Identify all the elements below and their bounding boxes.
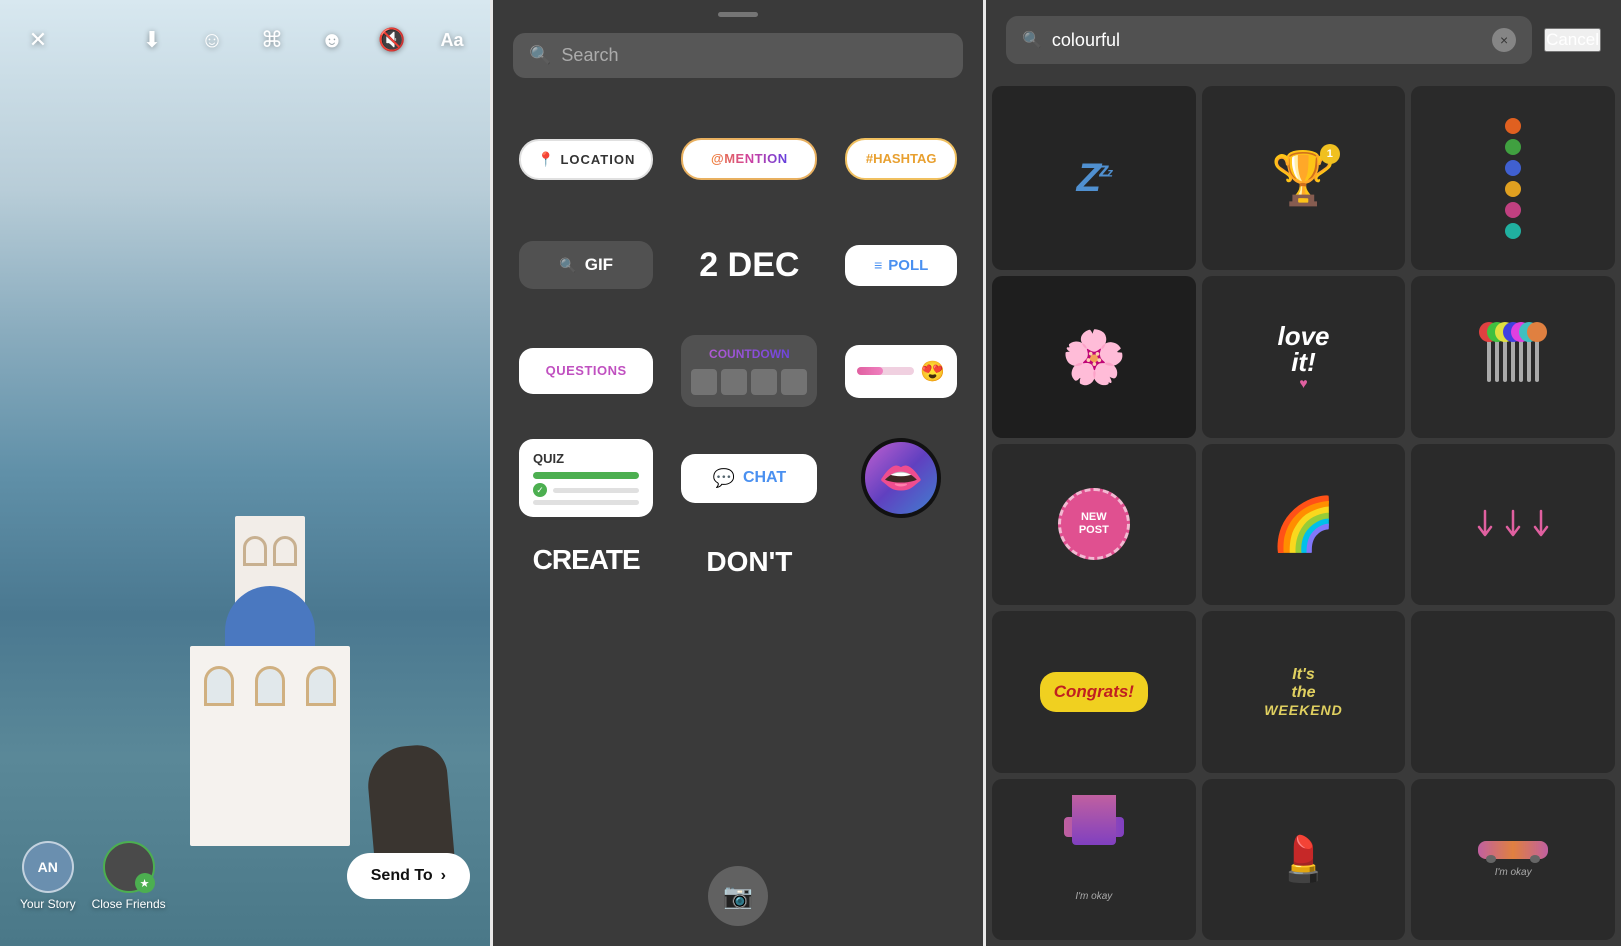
- sticker-date[interactable]: 2 DEC: [675, 220, 823, 310]
- gif-search-icon: 🔍: [559, 257, 576, 274]
- panel-handle: [718, 12, 758, 17]
- giphy-result-arrows[interactable]: [1411, 444, 1615, 605]
- search-icon: 🔍: [529, 45, 551, 66]
- giphy-result-congrats[interactable]: Congrats!: [992, 611, 1196, 772]
- your-story-group[interactable]: AN Your Story: [20, 841, 76, 911]
- questions-label: QUESTIONS: [546, 363, 627, 378]
- love-it-sticker: love it! ♥: [1277, 323, 1329, 391]
- giphy-result-dots[interactable]: [1411, 86, 1615, 270]
- send-to-arrow: ›: [441, 867, 446, 885]
- sticker-location[interactable]: 📍 LOCATION: [513, 114, 659, 204]
- face-effects-button[interactable]: ☻: [314, 22, 350, 58]
- close-button[interactable]: ✕: [20, 22, 56, 58]
- rainbow-sticker: 🌈: [1271, 494, 1336, 555]
- sticker-gif[interactable]: 🔍 GIF: [513, 220, 659, 310]
- download-button[interactable]: ⬇: [134, 22, 170, 58]
- hashtag-label: #HASHTAG: [866, 151, 937, 166]
- sticker-mention[interactable]: @MENTION: [675, 114, 823, 204]
- giphy-clear-button[interactable]: ×: [1492, 28, 1516, 52]
- weekend-sticker: It's the WEEKEND: [1264, 666, 1343, 718]
- giphy-result-flower[interactable]: 🌸: [992, 276, 1196, 437]
- sticker-mouth-emoji[interactable]: 👄: [839, 432, 963, 524]
- giphy-result-empty[interactable]: [1411, 611, 1615, 772]
- congrats-sticker: Congrats!: [1040, 672, 1148, 712]
- mention-label: @MENTION: [711, 151, 788, 166]
- chat-bubble-icon: 💬: [713, 468, 735, 489]
- giphy-result-love-it[interactable]: love it! ♥: [1202, 276, 1406, 437]
- giphy-results-grid: Zzz 🏆 1 🌸 love it!: [986, 80, 1621, 946]
- giphy-result-trophy[interactable]: 🏆 1: [1202, 86, 1406, 270]
- giphy-result-compact[interactable]: 💄: [1202, 779, 1406, 940]
- close-friends-badge: ★: [135, 873, 155, 893]
- sticker-create-dont[interactable]: CREATE: [513, 540, 659, 630]
- sticker-emoji-slider[interactable]: 😍: [839, 326, 963, 416]
- giphy-result-skateboard[interactable]: I'm okay: [1411, 779, 1615, 940]
- giphy-search-input-box[interactable]: 🔍 colourful ×: [1006, 16, 1532, 64]
- audio-button[interactable]: 🔇: [374, 22, 410, 58]
- giphy-search-value: colourful: [1052, 30, 1120, 51]
- giphy-search-bar: 🔍 colourful × Cancel: [986, 0, 1621, 80]
- create-dont-label: CREATE: [533, 546, 640, 574]
- close-friends-label: Close Friends: [92, 897, 166, 911]
- story-toolbar: ✕ ⬇ ☺ ⌘ ☻ 🔇 Aa: [0, 0, 490, 80]
- emoji-button[interactable]: ☺: [194, 22, 230, 58]
- countdown-label: COUNTDOWN: [691, 347, 807, 361]
- new-post-sticker: NEWPOST: [1058, 488, 1130, 560]
- send-to-button[interactable]: Send To ›: [347, 853, 470, 899]
- sticker-search-bar[interactable]: 🔍 Search: [513, 33, 963, 78]
- close-friends-group[interactable]: ★ Close Friends: [92, 841, 166, 911]
- dont-label: DON'T: [706, 546, 792, 578]
- giphy-cancel-button[interactable]: Cancel: [1544, 28, 1601, 52]
- compact-sticker: 💄: [1276, 833, 1331, 885]
- giphy-search-icon: 🔍: [1022, 30, 1042, 50]
- sticker-picker-panel: 🔍 Search 📍 LOCATION @MENTION #HASHTAG 🔍: [493, 0, 983, 946]
- text-button[interactable]: Aa: [434, 22, 470, 58]
- quiz-label: QUIZ: [533, 451, 639, 466]
- sticker-quiz[interactable]: QUIZ ✓: [513, 432, 659, 524]
- camera-button[interactable]: 📷: [708, 866, 768, 926]
- sticker-poll[interactable]: ≡ POLL: [839, 220, 963, 310]
- partial-sticker-2: DON'T: [675, 540, 823, 630]
- location-pin-icon: 📍: [537, 151, 554, 168]
- sticker-search-placeholder: Search: [561, 45, 618, 66]
- poll-icon: ≡: [874, 257, 882, 273]
- gif-label: GIF: [585, 255, 613, 275]
- giphy-result-makeup-brush[interactable]: I'm okay: [992, 779, 1196, 940]
- flower-sticker: 🌸: [1061, 327, 1126, 388]
- sticker-countdown[interactable]: COUNTDOWN: [675, 326, 823, 416]
- mouth-emoji-sticker: 👄: [861, 438, 941, 518]
- giphy-search-panel: 🔍 colourful × Cancel Zzz 🏆 1: [986, 0, 1621, 946]
- send-to-label: Send To: [371, 867, 433, 885]
- sticker-hashtag[interactable]: #HASHTAG: [839, 114, 963, 204]
- sticker-grid: 📍 LOCATION @MENTION #HASHTAG 🔍 GIF 2 DEC: [493, 94, 983, 650]
- location-label: LOCATION: [560, 152, 635, 167]
- zzz-sticker: Zzz: [1077, 156, 1111, 200]
- giphy-result-rainbow[interactable]: 🌈: [1202, 444, 1406, 605]
- giphy-result-lollipops[interactable]: [1411, 276, 1615, 437]
- sticker-questions[interactable]: QUESTIONS: [513, 326, 659, 416]
- date-label: 2 DEC: [699, 246, 799, 285]
- giphy-result-weekend[interactable]: It's the WEEKEND: [1202, 611, 1406, 772]
- close-friends-avatar: ★: [103, 841, 155, 893]
- arrows-sticker: [1475, 509, 1551, 539]
- giphy-result-zzz[interactable]: Zzz: [992, 86, 1196, 270]
- sticker-chat[interactable]: 💬 CHAT: [675, 432, 823, 524]
- story-editor-panel: ✕ ⬇ ☺ ⌘ ☻ 🔇 Aa AN Your Story ★ Close Fri…: [0, 0, 490, 946]
- link-button[interactable]: ⌘: [254, 22, 290, 58]
- story-background: [0, 0, 490, 946]
- giphy-result-new-post[interactable]: NEWPOST: [992, 444, 1196, 605]
- your-story-label: Your Story: [20, 897, 76, 911]
- poll-label: POLL: [888, 257, 928, 274]
- your-story-avatar: AN: [22, 841, 74, 893]
- slider-emoji: 😍: [920, 359, 945, 384]
- chat-label: CHAT: [743, 469, 786, 487]
- story-bottom-bar: AN Your Story ★ Close Friends Send To ›: [0, 826, 490, 946]
